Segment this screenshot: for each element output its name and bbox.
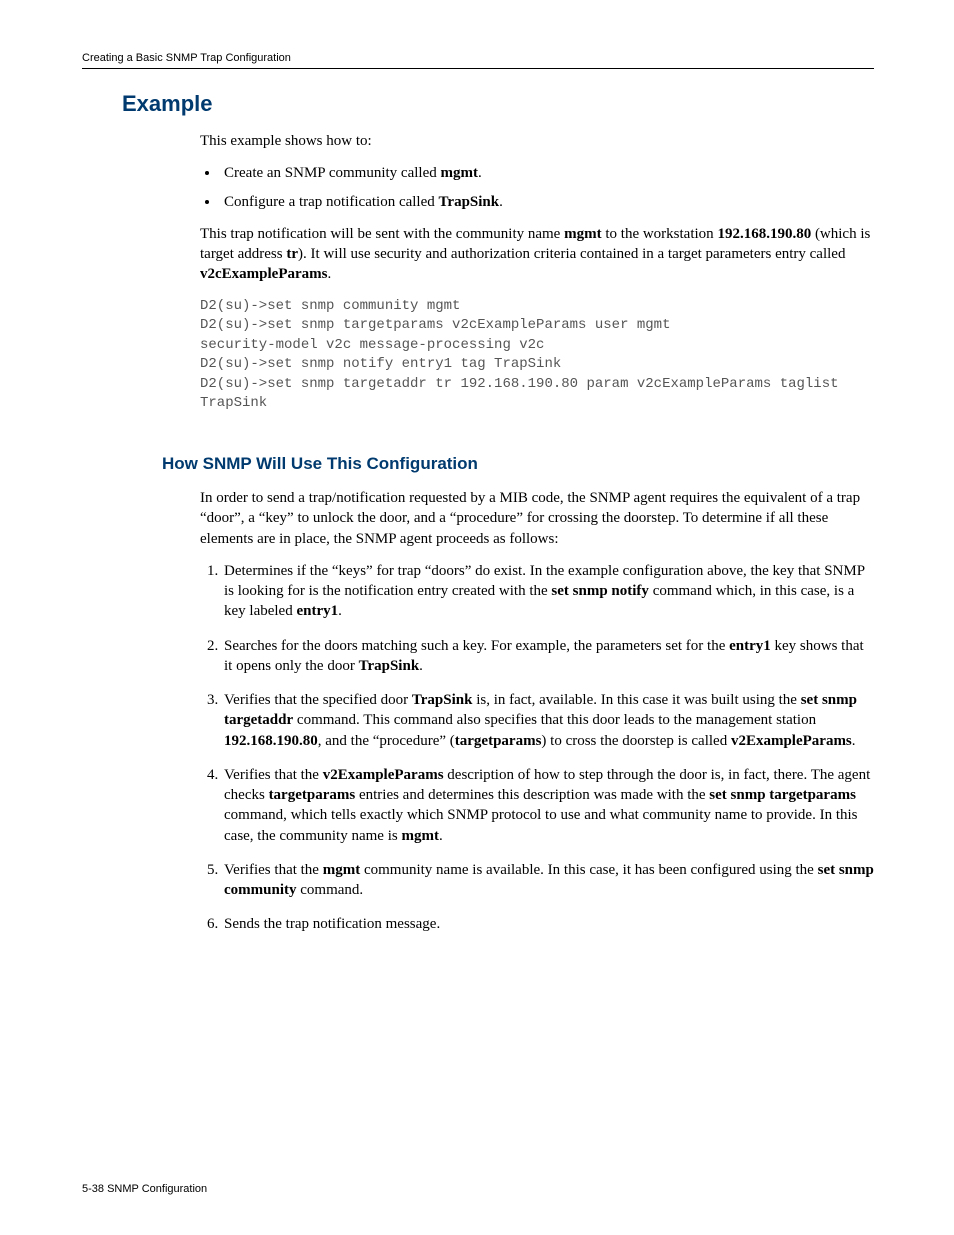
bold-text: set snmp notify xyxy=(551,583,649,599)
text: This trap notification will be sent with… xyxy=(200,226,564,242)
text: , and the “procedure” ( xyxy=(318,733,455,749)
step-item: Determines if the “keys” for trap “doors… xyxy=(222,561,874,622)
text: Configure a trap notification called xyxy=(224,194,439,210)
heading-how-snmp: How SNMP Will Use This Configuration xyxy=(162,454,874,474)
bold-text: 192.168.190.80 xyxy=(224,733,318,749)
bullet-item: Create an SNMP community called mgmt. xyxy=(220,163,874,183)
ordered-steps: Determines if the “keys” for trap “doors… xyxy=(200,561,874,935)
step-item: Verifies that the v2ExampleParams descri… xyxy=(222,765,874,846)
bold-text: targetparams xyxy=(455,733,542,749)
step-item: Verifies that the mgmt community name is… xyxy=(222,860,874,901)
intro-paragraph: This example shows how to: xyxy=(200,131,874,151)
text: . xyxy=(419,658,423,674)
bullet-item: Configure a trap notification called Tra… xyxy=(220,192,874,212)
text: . xyxy=(338,603,342,619)
bold-text: set snmp targetparams xyxy=(709,787,856,803)
running-header: Creating a Basic SNMP Trap Configuration xyxy=(82,52,874,64)
bold-text: TrapSink xyxy=(412,692,473,708)
bullet-list: Create an SNMP community called mgmt. Co… xyxy=(200,163,874,212)
text: Sends the trap notification message. xyxy=(224,916,440,932)
text: Searches for the doors matching such a k… xyxy=(224,638,729,654)
text: command. xyxy=(297,882,364,898)
text: . xyxy=(439,828,443,844)
text: command, which tells exactly which SNMP … xyxy=(224,807,858,843)
footer-title: SNMP Configuration xyxy=(107,1183,207,1195)
page-footer: 5-38 SNMP Configuration xyxy=(82,1183,207,1195)
bold-text: entry1 xyxy=(296,603,338,619)
code-block: D2(su)->set snmp community mgmt D2(su)->… xyxy=(200,297,874,415)
bold-text: mgmt xyxy=(440,165,478,181)
text: . xyxy=(852,733,856,749)
step-item: Sends the trap notification message. xyxy=(222,914,874,934)
text: Verifies that the xyxy=(224,862,323,878)
step-item: Searches for the doors matching such a k… xyxy=(222,636,874,677)
text: . xyxy=(327,266,331,282)
text: command. This command also specifies tha… xyxy=(293,712,816,728)
bold-text: v2ExampleParams xyxy=(323,767,444,783)
text: Verifies that the specified door xyxy=(224,692,412,708)
text: Create an SNMP community called xyxy=(224,165,440,181)
bold-text: targetparams xyxy=(269,787,356,803)
page-number: 5-38 xyxy=(82,1183,104,1195)
bold-text: mgmt xyxy=(323,862,361,878)
text: Verifies that the xyxy=(224,767,323,783)
text: . xyxy=(478,165,482,181)
text: ). It will use security and authorizatio… xyxy=(298,246,845,262)
bold-text: mgmt xyxy=(401,828,439,844)
text: is, in fact, available. In this case it … xyxy=(472,692,800,708)
text: entries and determines this description … xyxy=(355,787,709,803)
text: community name is available. In this cas… xyxy=(360,862,817,878)
bold-text: TrapSink xyxy=(439,194,500,210)
bold-text: 192.168.190.80 xyxy=(717,226,811,242)
bold-text: v2ExampleParams xyxy=(731,733,852,749)
header-rule xyxy=(82,68,874,69)
paragraph: In order to send a trap/notification req… xyxy=(200,488,874,549)
text: to the workstation xyxy=(602,226,718,242)
paragraph: This trap notification will be sent with… xyxy=(200,224,874,285)
bold-text: mgmt xyxy=(564,226,602,242)
bold-text: entry1 xyxy=(729,638,771,654)
heading-example: Example xyxy=(122,91,874,117)
text: . xyxy=(499,194,503,210)
bold-text: v2cExampleParams xyxy=(200,266,327,282)
bold-text: tr xyxy=(286,246,298,262)
step-item: Verifies that the specified door TrapSin… xyxy=(222,690,874,751)
bold-text: TrapSink xyxy=(359,658,420,674)
text: ) to cross the doorstep is called xyxy=(541,733,731,749)
